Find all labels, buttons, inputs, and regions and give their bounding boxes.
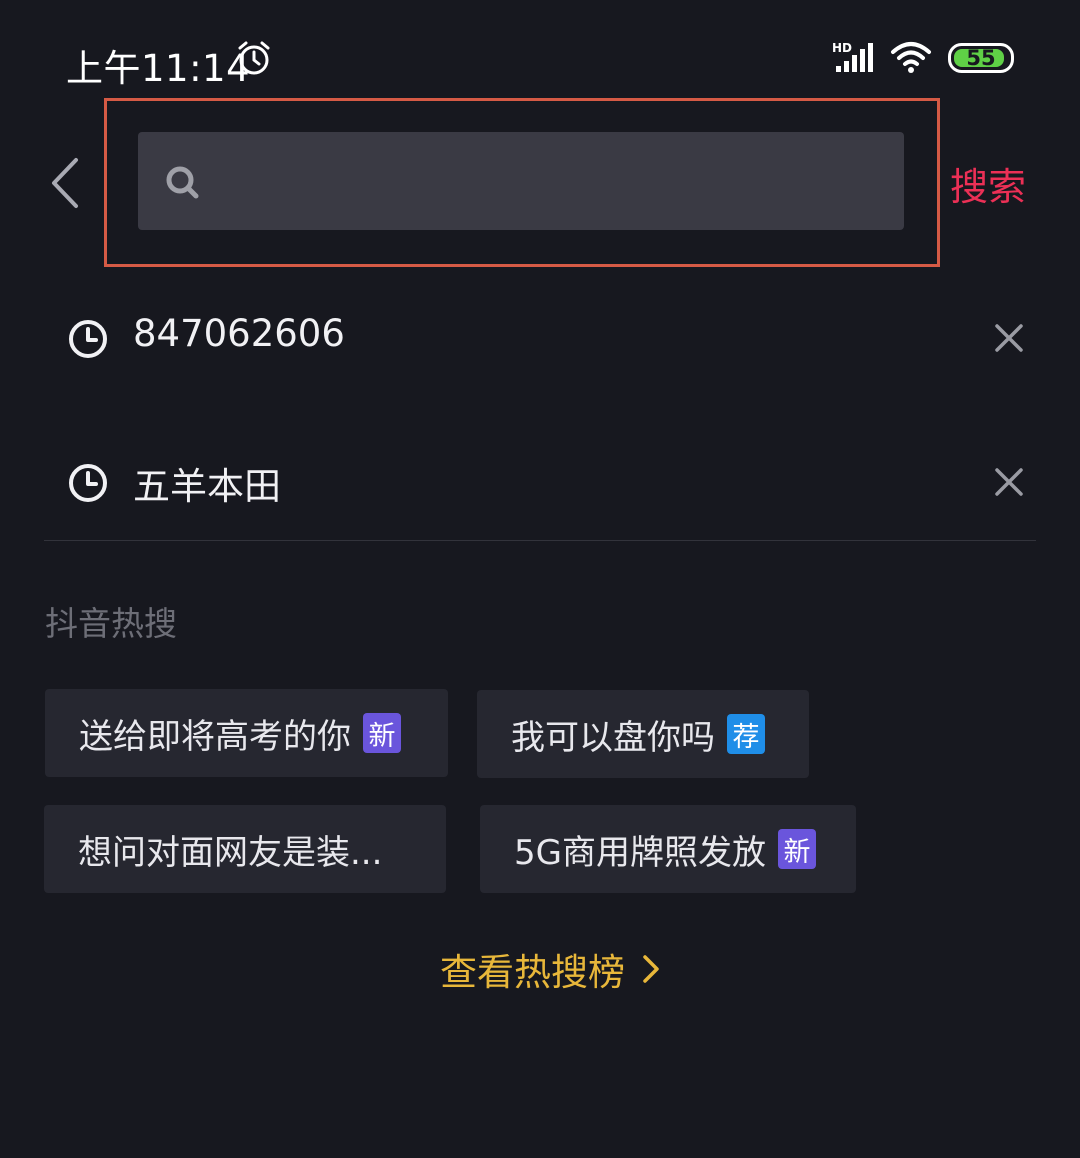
history-item-text: 五羊本田 <box>133 465 281 508</box>
search-box[interactable] <box>138 132 904 232</box>
back-arrow-icon[interactable] <box>46 156 86 210</box>
battery-level: 55 <box>966 46 996 70</box>
hot-search-tag[interactable]: 送给即将高考的你 新 <box>45 689 448 777</box>
search-button[interactable]: 搜索 <box>950 156 1026 211</box>
status-time: 上午11:14 <box>66 47 251 90</box>
history-clock-icon <box>69 464 107 502</box>
search-icon <box>166 166 199 199</box>
view-hot-list-label: 查看热搜榜 <box>440 951 625 994</box>
history-item-text: 847062606 <box>133 312 345 355</box>
search-input[interactable] <box>218 132 892 232</box>
hot-search-tag-text: 想问对面网友是装... <box>78 832 383 873</box>
hot-search-tag-text: 我可以盘你吗 <box>511 717 715 758</box>
recommended-badge: 荐 <box>727 714 765 754</box>
wifi-icon <box>891 42 931 73</box>
close-icon[interactable] <box>991 464 1027 500</box>
hot-search-tag[interactable]: 我可以盘你吗 荐 <box>477 690 809 778</box>
hot-search-tag-text: 送给即将高考的你 <box>79 716 351 757</box>
network-type-label: HD <box>832 41 852 55</box>
new-badge: 新 <box>363 713 401 753</box>
alarm-clock-icon <box>238 41 270 75</box>
hot-search-tag[interactable]: 想问对面网友是装... <box>44 805 446 893</box>
hot-search-title: 抖音热搜 <box>45 604 177 643</box>
history-clock-icon <box>69 320 107 358</box>
divider <box>44 540 1036 541</box>
view-hot-list-link[interactable]: 查看热搜榜 <box>440 942 663 996</box>
cellular-signal-icon: HD <box>832 41 873 72</box>
chevron-right-icon <box>643 955 659 983</box>
new-badge: 新 <box>777 829 816 869</box>
history-item[interactable]: 847062606 <box>0 304 1080 404</box>
history-item[interactable]: 五羊本田 <box>0 448 1080 548</box>
hot-search-tag[interactable]: 5G商用牌照发放 新 <box>480 805 856 893</box>
battery-indicator: 55 <box>948 43 1014 73</box>
close-icon[interactable] <box>991 320 1027 356</box>
hot-search-tag-text: 5G商用牌照发放 <box>514 832 766 873</box>
status-bar: 上午11:14 HD 55 <box>0 0 1080 110</box>
